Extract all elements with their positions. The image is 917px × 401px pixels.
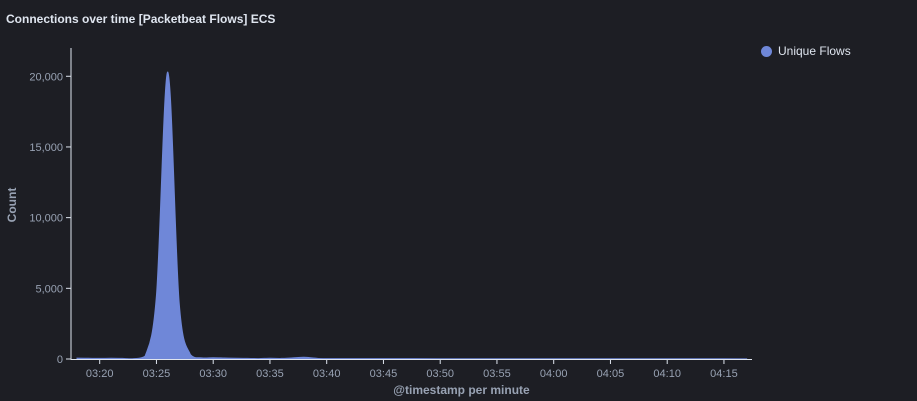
x-tick-label: 03:25 — [143, 368, 171, 380]
area-chart: 0 5,000 10,000 15,000 20,000 03:20 03:25 03:30 0… — [5, 48, 752, 397]
x-tick-label: 03:40 — [313, 368, 341, 380]
legend-label-unique-flows[interactable]: Unique Flows — [778, 44, 851, 58]
series-area-unique-flows — [76, 71, 748, 360]
x-tick-label: 03:35 — [256, 368, 284, 380]
legend[interactable]: Unique Flows — [761, 44, 851, 58]
legend-swatch-unique-flows — [761, 45, 772, 57]
x-tick-label: 03:30 — [199, 368, 227, 380]
y-tick-label: 15,000 — [29, 142, 63, 154]
x-tick-label: 04:10 — [653, 368, 681, 380]
x-tick-label: 03:55 — [483, 368, 511, 380]
y-tick-label: 5,000 — [35, 283, 63, 295]
y-tick-label: 0 — [57, 354, 63, 366]
x-tick-label: 03:45 — [370, 368, 398, 380]
y-axis-title: Count — [5, 188, 19, 223]
y-tick-label: 20,000 — [29, 71, 63, 83]
y-tick-label: 10,000 — [29, 213, 63, 225]
x-tick-label: 04:00 — [540, 368, 568, 380]
x-axis-title: @timestamp per minute — [393, 383, 530, 397]
x-tick-label: 04:05 — [597, 368, 625, 380]
x-tick-label: 03:50 — [426, 368, 454, 380]
x-tick-label: 03:20 — [86, 368, 114, 380]
chart-panel: Connections over time [Packetbeat Flows]… — [0, 0, 917, 401]
x-tick-label: 04:15 — [710, 368, 738, 380]
